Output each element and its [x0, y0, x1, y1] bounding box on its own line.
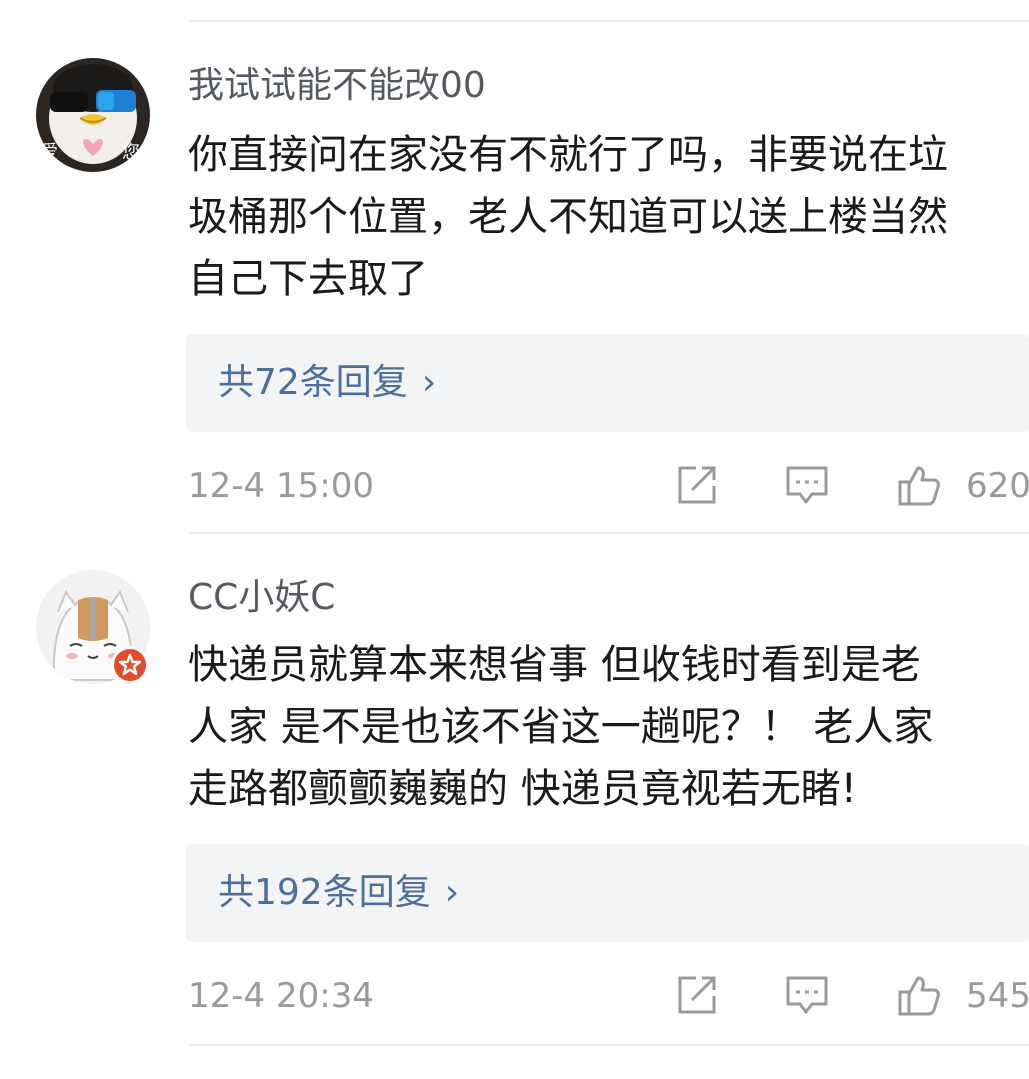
comment-text-line: 人家 是不是也该不省这一趟呢？！ 老人家	[188, 704, 934, 750]
comment-divider	[190, 532, 1029, 534]
view-replies-link[interactable]: 共72条回复 ›	[218, 359, 436, 407]
like-icon[interactable]	[896, 972, 942, 1018]
view-replies-link[interactable]: 共192条回复 ›	[218, 869, 459, 917]
comment-text-line: 快递员就算本来想省事 但收钱时看到是老	[188, 642, 921, 688]
chevron-right-icon: ›	[444, 872, 460, 913]
comment-text-line: 圾桶那个位置，老人不知道可以送上楼当然	[188, 194, 948, 240]
replies-count-label: 共72条回复	[218, 362, 408, 403]
bottom-divider	[190, 1044, 1029, 1046]
avatar-text-right: 您	[122, 142, 140, 163]
chevron-right-icon: ›	[421, 362, 437, 403]
replies-box[interactable]: 共192条回复 ›	[186, 844, 1029, 942]
top-divider	[190, 20, 1029, 22]
comment-text-line: 走路都颤颤巍巍的 快递员竟视若无睹!	[188, 766, 857, 812]
comment-meta-row: 12-4 20:34 545	[188, 972, 1029, 1020]
comment-text-line: 你直接问在家没有不就行了吗，非要说在垃	[188, 132, 948, 178]
comment-icon[interactable]	[784, 462, 830, 508]
comment-meta-row: 12-4 15:00 620	[188, 462, 1029, 510]
comment-timestamp: 12-4 20:34	[188, 976, 374, 1016]
avatar[interactable]: 爱 您	[36, 58, 150, 172]
share-icon[interactable]	[674, 462, 720, 508]
share-icon[interactable]	[674, 972, 720, 1018]
comment-text: 你直接问在家没有不就行了吗，非要说在垃 圾桶那个位置，老人不知道可以送上楼当然 …	[188, 124, 1029, 310]
like-icon[interactable]	[896, 462, 942, 508]
comment-icon[interactable]	[784, 972, 830, 1018]
avatar-text-left: 爱	[40, 142, 58, 163]
replies-count-label: 共192条回复	[218, 872, 431, 913]
comment-timestamp: 12-4 15:00	[188, 466, 374, 506]
verified-badge-icon	[111, 646, 149, 684]
comment-text: 快递员就算本来想省事 但收钱时看到是老 人家 是不是也该不省这一趟呢？！ 老人家…	[188, 634, 1029, 820]
comment-username[interactable]: CC小妖C	[188, 576, 335, 620]
like-count: 620	[966, 466, 1029, 506]
comment-username[interactable]: 我试试能不能改00	[188, 64, 486, 108]
like-count: 545	[966, 976, 1029, 1016]
replies-box[interactable]: 共72条回复 ›	[186, 334, 1029, 432]
comment-text-line: 自己下去取了	[188, 256, 428, 302]
